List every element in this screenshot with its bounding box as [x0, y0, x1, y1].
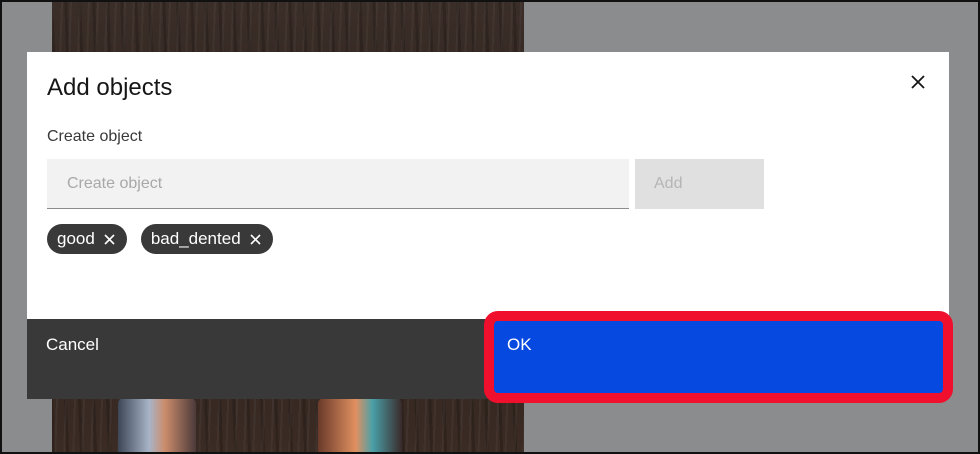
tag-label: good — [57, 229, 95, 248]
close-button[interactable] — [904, 68, 932, 96]
background-can-image — [118, 398, 196, 454]
close-icon — [104, 233, 115, 245]
dialog-title: Add objects — [47, 74, 173, 101]
dialog-footer: Cancel OK — [27, 319, 949, 399]
close-icon — [250, 233, 261, 245]
add-button[interactable]: Add — [635, 159, 764, 209]
tag-bad-dented: bad_dented — [140, 224, 273, 254]
create-object-input[interactable] — [47, 159, 629, 209]
object-tags: good bad_dented — [47, 224, 273, 254]
add-objects-dialog: Add objects Create object Add good bad_d… — [27, 52, 949, 399]
tag-label: bad_dented — [150, 229, 241, 248]
background-can-image — [318, 398, 402, 454]
ok-button[interactable]: OK — [488, 319, 949, 399]
create-object-label: Create object — [47, 128, 143, 145]
remove-tag-button[interactable] — [103, 232, 117, 246]
tag-good: good — [47, 224, 127, 254]
cancel-button[interactable]: Cancel — [27, 319, 488, 399]
close-icon — [911, 75, 925, 89]
remove-tag-button[interactable] — [249, 232, 263, 246]
